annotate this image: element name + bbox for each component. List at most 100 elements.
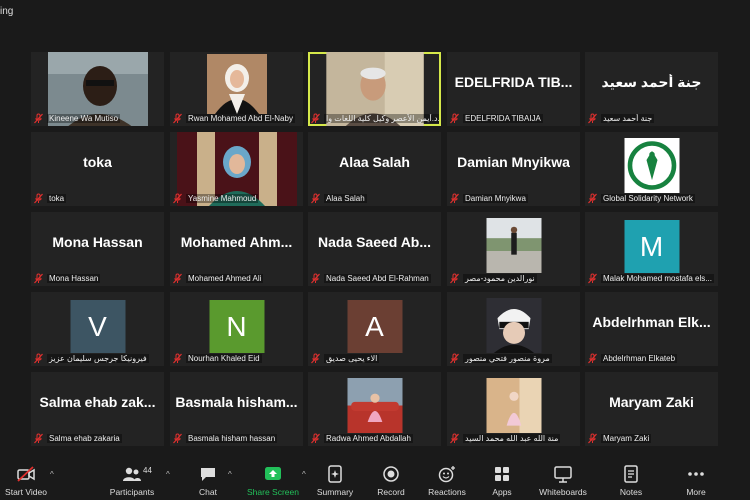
participant-name: الاء يحيى صديق [324, 354, 380, 363]
participant-tile[interactable]: N Nourhan Khaled Eid [170, 292, 303, 366]
participant-name: فيرونيكا جرجس سليمان عزيز [47, 354, 149, 363]
participant-name-label: Maryam Zaki [587, 433, 716, 444]
share-chevron-icon[interactable]: ^ [302, 470, 306, 479]
summary-icon [328, 465, 342, 483]
participant-tile[interactable]: Maryam Zaki Maryam Zaki [585, 372, 718, 446]
participant-tile[interactable]: Damian Mnyikwa Damian Mnyikwa [447, 132, 580, 206]
participant-display-name: Abdelrhman Elk... [592, 314, 711, 330]
participants-button[interactable]: Participants [106, 458, 158, 500]
participant-tile[interactable]: أ.د.أيمن الأعصر وكيل كلية اللغات وا [308, 52, 441, 126]
participant-name-label: Malak Mohamed mostafa els... [587, 273, 716, 284]
participant-name: Radwa Ahmed Abdallah [324, 434, 413, 443]
participant-tile[interactable]: V فيرونيكا جرجس سليمان عزيز [31, 292, 164, 366]
share-screen-icon [265, 467, 281, 480]
participant-display-name: Mona Hassan [52, 234, 143, 250]
participant-tile[interactable]: نورالدين محمود-مصر [447, 212, 580, 286]
chat-icon [201, 468, 215, 481]
participant-name: toka [47, 194, 67, 203]
participant-tile[interactable]: M Malak Mohamed mostafa els... [585, 212, 718, 286]
participant-name-label: Mohamed Ahmed Ali [172, 273, 301, 284]
participant-tile[interactable]: Radwa Ahmed Abdallah [308, 372, 441, 446]
notes-button[interactable]: Notes [614, 458, 648, 500]
participant-tile[interactable]: Nada Saeed Ab... Nada Saeed Abd El-Rahman [308, 212, 441, 286]
participant-name: Mohamed Ahmed Ali [186, 274, 264, 283]
mic-muted-icon [173, 113, 182, 124]
participant-name-label: Alaa Salah [310, 193, 439, 204]
participant-tile[interactable]: Yasmine Mahmoud [170, 132, 303, 206]
participant-tile[interactable]: Mohamed Ahm... Mohamed Ahmed Ali [170, 212, 303, 286]
participant-tile[interactable]: جنة أحمد سعيد جنة أحمد سعيد [585, 52, 718, 126]
summary-button[interactable]: Summary [314, 458, 356, 500]
participant-name: Damian Mnyikwa [463, 194, 528, 203]
whiteboard-icon [554, 466, 572, 483]
mic-muted-icon [311, 113, 320, 124]
mic-muted-icon [173, 353, 182, 364]
participant-tile[interactable]: مروة منصور فتحي منصور [447, 292, 580, 366]
mic-muted-icon [588, 353, 597, 364]
participant-tile[interactable]: منة الله عبد الله محمد السيد [447, 372, 580, 446]
notes-icon [624, 465, 638, 483]
participant-name: Nourhan Khaled Eid [186, 354, 262, 363]
participant-tile[interactable]: Abdelrhman Elk... Abdelrhman Elkateb [585, 292, 718, 366]
participant-name-label: Yasmine Mahmoud [172, 193, 301, 204]
mic-muted-icon [450, 113, 459, 124]
mic-muted-icon [173, 433, 182, 444]
participant-name: Maryam Zaki [601, 434, 652, 443]
avatar-letter: V [88, 310, 107, 342]
mic-muted-icon [450, 193, 459, 204]
participant-name: مروة منصور فتحي منصور [463, 354, 552, 363]
chat-chevron-icon[interactable]: ^ [228, 470, 232, 479]
global-solidarity-logo [624, 138, 679, 193]
avatar-letter: N [226, 310, 247, 342]
participant-tile[interactable]: Basmala hisham... Basmala hisham hassan [170, 372, 303, 446]
participant-name-label: مروة منصور فتحي منصور [449, 353, 578, 364]
participant-name-label: toka [33, 193, 162, 204]
more-dots-icon [688, 472, 704, 476]
start-video-button[interactable]: Start Video [2, 458, 50, 500]
apps-icon [495, 467, 509, 481]
chat-button[interactable]: Chat [190, 458, 226, 500]
mic-muted-icon [34, 273, 43, 284]
participant-name-label: Damian Mnyikwa [449, 193, 578, 204]
participant-tile[interactable]: Rwan Mohamed Abd El-Naby [170, 52, 303, 126]
whiteboards-button[interactable]: Whiteboards [534, 458, 592, 500]
participant-tile[interactable]: Salma ehab zak... Salma ehab zakaria [31, 372, 164, 446]
mic-muted-icon [588, 113, 597, 124]
participant-display-name: جنة أحمد سعيد [601, 74, 702, 90]
participant-name-label: Rwan Mohamed Abd El-Naby [172, 113, 301, 124]
smiley-icon [438, 466, 455, 483]
participant-name: Kineene Wa Mutiso [47, 114, 121, 123]
participants-chevron-icon[interactable]: ^ [166, 470, 170, 479]
participant-video [347, 378, 402, 433]
reactions-button[interactable]: Reactions [426, 458, 468, 500]
participant-name: منة الله عبد الله محمد السيد [463, 434, 561, 443]
participant-tile[interactable]: A الاء يحيى صديق [308, 292, 441, 366]
participant-name-label: Nourhan Khaled Eid [172, 353, 301, 364]
participant-tile[interactable]: toka toka [31, 132, 164, 206]
mic-muted-icon [173, 273, 182, 284]
apps-button[interactable]: Apps [486, 458, 518, 500]
participant-display-name: EDELFRIDA TIB... [454, 74, 573, 90]
record-button[interactable]: Record [372, 458, 410, 500]
participant-tile[interactable]: Mona Hassan Mona Hassan [31, 212, 164, 286]
participant-name: Malak Mohamed mostafa els... [601, 274, 714, 283]
mic-muted-icon [450, 353, 459, 364]
mic-muted-icon [311, 433, 320, 444]
participant-tile[interactable]: Alaa Salah Alaa Salah [308, 132, 441, 206]
participant-name-label: Nada Saeed Abd El-Rahman [310, 273, 439, 284]
participant-name-label: Abdelrhman Elkateb [587, 353, 716, 364]
participant-display-name: Damian Mnyikwa [457, 154, 570, 170]
participant-name-label: Kineene Wa Mutiso [33, 113, 162, 124]
participant-tile[interactable]: EDELFRIDA TIB... EDELFRIDA TIBAIJA [447, 52, 580, 126]
participant-name: Alaa Salah [324, 194, 367, 203]
participant-tile[interactable]: Global Solidarity Network [585, 132, 718, 206]
video-options-chevron-icon[interactable]: ^ [50, 470, 54, 479]
more-button[interactable]: More [680, 458, 712, 500]
participant-tile[interactable]: Kineene Wa Mutiso [31, 52, 164, 126]
participant-name: Abdelrhman Elkateb [601, 354, 678, 363]
participant-name: Mona Hassan [47, 274, 101, 283]
mic-muted-icon [588, 433, 597, 444]
avatar-letter: A [365, 310, 384, 342]
participant-avatar: M [624, 220, 679, 273]
share-screen-button[interactable]: Share Screen [246, 458, 300, 500]
